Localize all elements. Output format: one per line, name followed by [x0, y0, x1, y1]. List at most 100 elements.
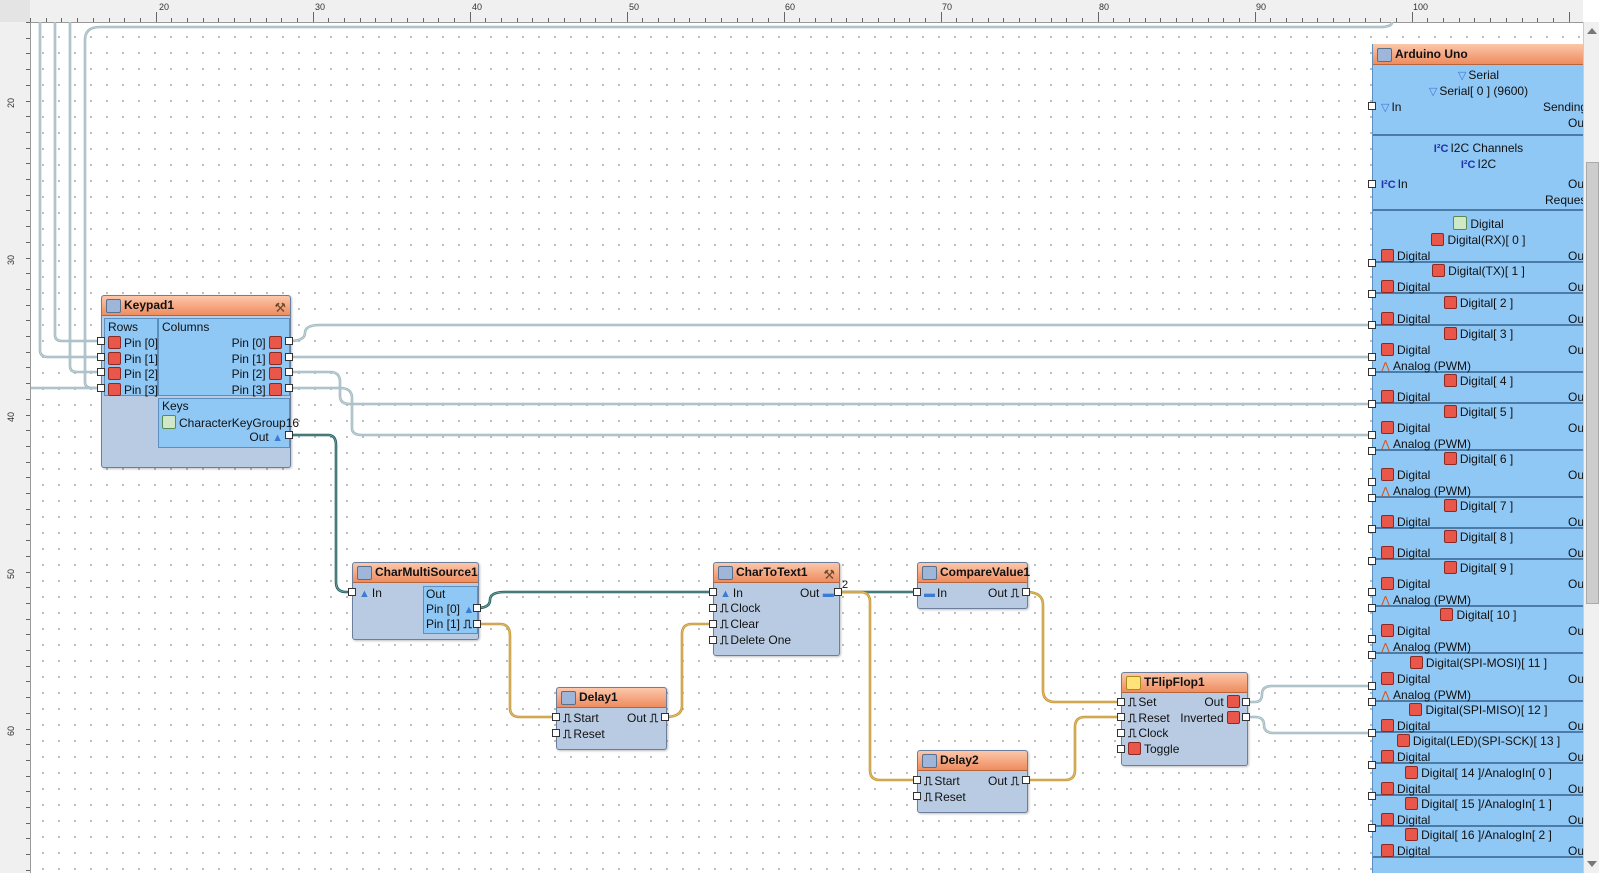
digital-input: Digital — [1381, 312, 1430, 326]
connection-pin[interactable] — [1368, 353, 1376, 361]
connection-pin[interactable] — [1242, 698, 1250, 706]
keypad-component[interactable]: Keypad1 ⚒ Rows Pin [0] Pin [1] Pin [2] Pi… — [101, 295, 299, 468]
wrench-icon[interactable]: ⚒ — [274, 298, 286, 317]
connection-pin[interactable] — [552, 729, 560, 737]
ruler-tick — [1348, 18, 1350, 22]
connection-pin[interactable] — [1368, 682, 1376, 690]
tflipflop-component[interactable]: TFlipFlop1 ⎍ Set ⎍ Reset ⎍ Clock Toggle Out… — [1121, 672, 1248, 766]
connection-pin[interactable] — [1368, 494, 1376, 502]
connection-pin[interactable] — [285, 431, 293, 439]
connection-pin[interactable] — [1117, 745, 1125, 753]
ruler-tick — [1207, 18, 1209, 22]
ruler-tick — [1034, 18, 1036, 22]
digital-icon — [1405, 828, 1419, 841]
connection-pin[interactable] — [1368, 761, 1376, 769]
ruler-tick — [736, 18, 738, 22]
ruler-tick — [516, 18, 518, 22]
connection-pin[interactable] — [1368, 525, 1376, 533]
ruler-tick — [26, 116, 30, 118]
connection-pin[interactable] — [285, 368, 293, 376]
connection-pin[interactable] — [473, 620, 481, 628]
pulse-icon: ⎍ — [924, 774, 933, 788]
connection-pin[interactable] — [1368, 635, 1376, 643]
connection-pin[interactable] — [1368, 447, 1376, 455]
analog-icon: ⋀ — [1381, 595, 1391, 607]
delay2-component[interactable]: Delay2 ⎍ Start ⎍ Reset Out ⎍ — [917, 750, 1028, 813]
connection-pin[interactable] — [97, 384, 105, 392]
analog-pwm-input: ⋀ Analog (PWM) — [1381, 484, 1472, 498]
ruler-tick — [26, 100, 30, 102]
connection-pin[interactable] — [1242, 713, 1250, 721]
ruler-tick — [26, 194, 30, 196]
connection-pin[interactable] — [348, 588, 356, 596]
delay1-component[interactable]: Delay1 ⎍ Start ⎍ Reset Out ⎍ — [556, 687, 667, 750]
connection-pin[interactable] — [1368, 321, 1376, 329]
ruler-tick — [1160, 18, 1162, 22]
vertical-scrollbar[interactable] — [1583, 22, 1599, 873]
connection-pin[interactable] — [1117, 698, 1125, 706]
ruler-label: 60 — [785, 2, 796, 12]
connection-pin[interactable] — [1022, 776, 1030, 784]
connection-pin[interactable] — [1368, 102, 1376, 110]
connection-pin[interactable] — [97, 353, 105, 361]
scroll-up-icon[interactable] — [1587, 28, 1597, 34]
connection-pin[interactable] — [1022, 588, 1030, 596]
scroll-down-icon[interactable] — [1587, 861, 1597, 867]
ruler-label: 90 — [1256, 2, 1267, 12]
connection-pin[interactable] — [1368, 729, 1376, 737]
connection-pin[interactable] — [1368, 604, 1376, 612]
connection-pin[interactable] — [1368, 651, 1376, 659]
connection-pin[interactable] — [1368, 368, 1376, 376]
connection-pin[interactable] — [1368, 478, 1376, 486]
chartotext-icon — [718, 566, 733, 580]
digital-icon — [1381, 546, 1394, 559]
digital-icon — [1409, 656, 1423, 669]
connection-pin[interactable] — [1368, 824, 1376, 832]
connection-pin[interactable] — [1368, 259, 1376, 267]
ruler-tick — [26, 37, 30, 39]
connection-pin[interactable] — [473, 604, 481, 612]
connection-pin[interactable] — [1368, 698, 1376, 706]
connection-pin[interactable] — [1368, 431, 1376, 439]
connection-pin[interactable] — [913, 776, 921, 784]
delay1-out: Out ⎍ — [627, 711, 659, 725]
connection-pin[interactable] — [1117, 713, 1125, 721]
arduino-uno-component[interactable]: Arduino Uno ▽ Serial ▽ Serial[ 0 ] (9600) … — [1372, 44, 1590, 873]
chartotext-component[interactable]: CharToText1 ⚒ ▲ In ⎍ Clock ⎍ Clear ⎍ Delete O… — [713, 562, 840, 656]
connection-pin[interactable] — [1368, 792, 1376, 800]
connection-pin[interactable] — [1117, 729, 1125, 737]
connection-pin[interactable] — [709, 636, 717, 644]
comparevalue-component[interactable]: CompareValue1 ▬ In Out ⎍ — [917, 562, 1030, 609]
charmultisource-component[interactable]: CharMultiSource1 ▲ In Out Pin [0] ▲ Pin [… — [352, 562, 479, 640]
connection-pin[interactable] — [709, 588, 717, 596]
ruler-label: 40 — [6, 411, 17, 423]
i2c-group: I²C I2C Channels I²C I2C I²C In Out Request — [1373, 139, 1590, 211]
scrollbar-thumb[interactable] — [1586, 162, 1599, 604]
connection-pin[interactable] — [661, 713, 669, 721]
chartotext-clear: ⎍ Clear — [720, 617, 760, 631]
connection-pin[interactable] — [1368, 557, 1376, 565]
connection-pin[interactable] — [1368, 588, 1376, 596]
connection-pin[interactable] — [709, 620, 717, 628]
connection-pin[interactable] — [1368, 180, 1376, 188]
wrench-icon[interactable]: ⚒ — [823, 565, 835, 584]
connection-pin[interactable] — [1368, 290, 1376, 298]
connection-pin[interactable] — [552, 713, 560, 721]
digital-icon — [108, 383, 121, 396]
connection-pin[interactable] — [834, 588, 842, 596]
ruler-tick — [26, 304, 30, 306]
digital-channel-name: Digital[ 9 ] — [1373, 561, 1584, 575]
connection-pin[interactable] — [913, 588, 921, 596]
pulse-icon: ⎍ — [1010, 774, 1020, 788]
connection-pin[interactable] — [913, 792, 921, 800]
connection-pin[interactable] — [97, 368, 105, 376]
ruler-label: 20 — [6, 97, 17, 109]
connection-pin[interactable] — [285, 353, 293, 361]
connection-pin[interactable] — [1368, 400, 1376, 408]
connection-pin[interactable] — [709, 604, 717, 612]
connection-pin[interactable] — [285, 384, 293, 392]
connection-pin[interactable] — [97, 337, 105, 345]
connection-pin[interactable] — [285, 337, 293, 345]
key-group[interactable]: CharacterKeyGroup16 — [162, 415, 299, 430]
digital-channel: Digital(SPI-MOSI)[ 11 ] Digital Out ⋀ Analog… — [1373, 655, 1587, 702]
